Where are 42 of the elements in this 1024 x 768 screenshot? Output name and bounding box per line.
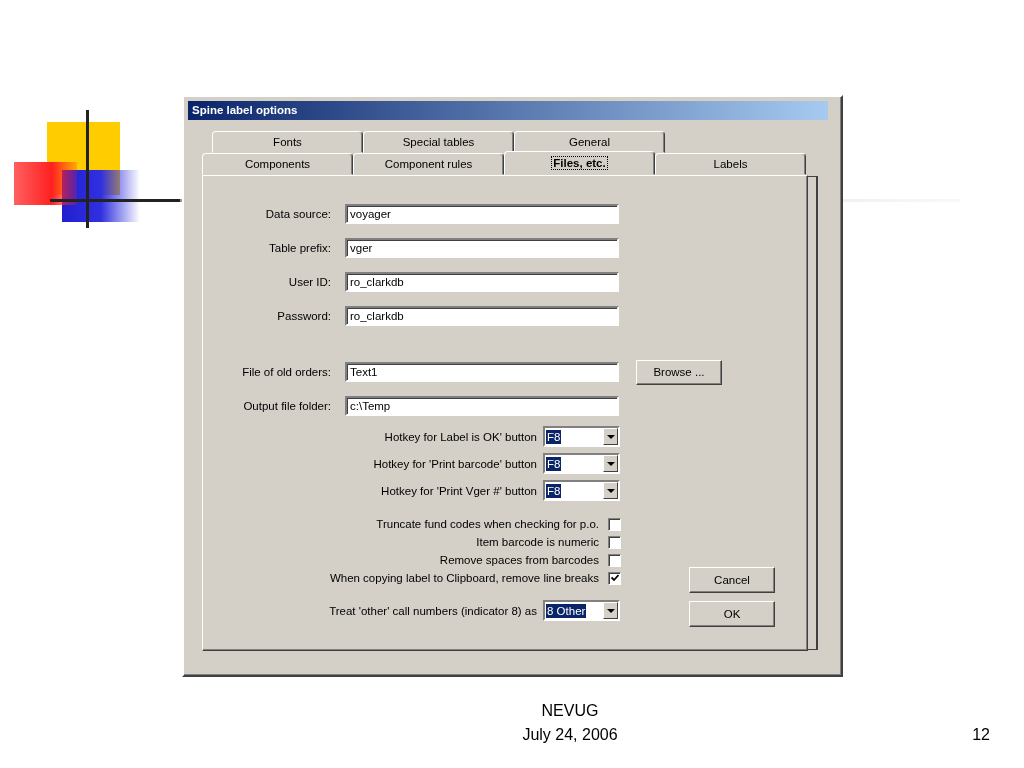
field-label: Output file folder: <box>242 400 331 412</box>
tab[interactable]: Special tables <box>363 131 514 153</box>
tab[interactable]: Fonts <box>212 131 363 153</box>
dialog-button[interactable]: Cancel <box>689 567 775 593</box>
option-label: Remove spaces from barcodes <box>438 554 599 566</box>
field-label: Table prefix: <box>268 242 331 254</box>
tab[interactable]: General <box>514 131 665 153</box>
hotkey-label: Hotkey for 'Print barcode' button <box>372 457 537 470</box>
input-field[interactable]: ro_clarkdb <box>345 306 619 326</box>
tab[interactable]: Components <box>202 153 353 175</box>
window-title: Spine label options <box>188 101 828 120</box>
option-label: Truncate fund codes when checking for p.o. <box>375 518 599 530</box>
input-field[interactable]: voyager <box>345 204 619 224</box>
footer-date: July 24, 2006 <box>522 725 618 745</box>
option-label: Item barcode is numeric <box>475 536 599 548</box>
tab[interactable]: Files, etc. <box>504 151 655 175</box>
tab[interactable]: Labels <box>655 153 806 175</box>
input-field[interactable]: Text1 <box>345 362 619 382</box>
input-field[interactable]: vger <box>345 238 619 258</box>
option-label: Treat 'other' call numbers (indicator 8) as <box>328 604 537 617</box>
dialog-button[interactable]: OK <box>689 601 775 627</box>
input-field[interactable]: ro_clarkdb <box>345 272 619 292</box>
checkbox[interactable] <box>608 571 621 585</box>
field-label: Data source: <box>264 208 331 220</box>
browse-button[interactable]: Browse ... <box>636 359 722 385</box>
hotkey-label: Hotkey for 'Print Vger #' button <box>380 484 537 497</box>
hotkey-dropdown[interactable]: F8 <box>543 426 620 447</box>
field-label: File of old orders: <box>241 366 331 378</box>
hotkey-dropdown[interactable]: F8 <box>543 453 620 474</box>
checkbox[interactable] <box>608 535 621 549</box>
call-number-dropdown[interactable]: 8 Other <box>543 600 620 621</box>
hotkey-dropdown[interactable]: F8 <box>543 480 620 501</box>
field-label: User ID: <box>287 276 331 288</box>
hotkey-label: Hotkey for Label is OK' button <box>383 430 537 443</box>
input-field[interactable]: c:\Temp <box>345 396 619 416</box>
footer-title: NEVUG <box>541 701 599 721</box>
checkbox[interactable] <box>608 553 621 567</box>
checkbox[interactable] <box>608 517 621 531</box>
option-label: When copying label to Clipboard, remove line breaks <box>328 572 599 584</box>
field-label: Password: <box>276 310 331 322</box>
tab[interactable]: Component rules <box>353 153 504 175</box>
page-number: 12 <box>972 725 990 745</box>
